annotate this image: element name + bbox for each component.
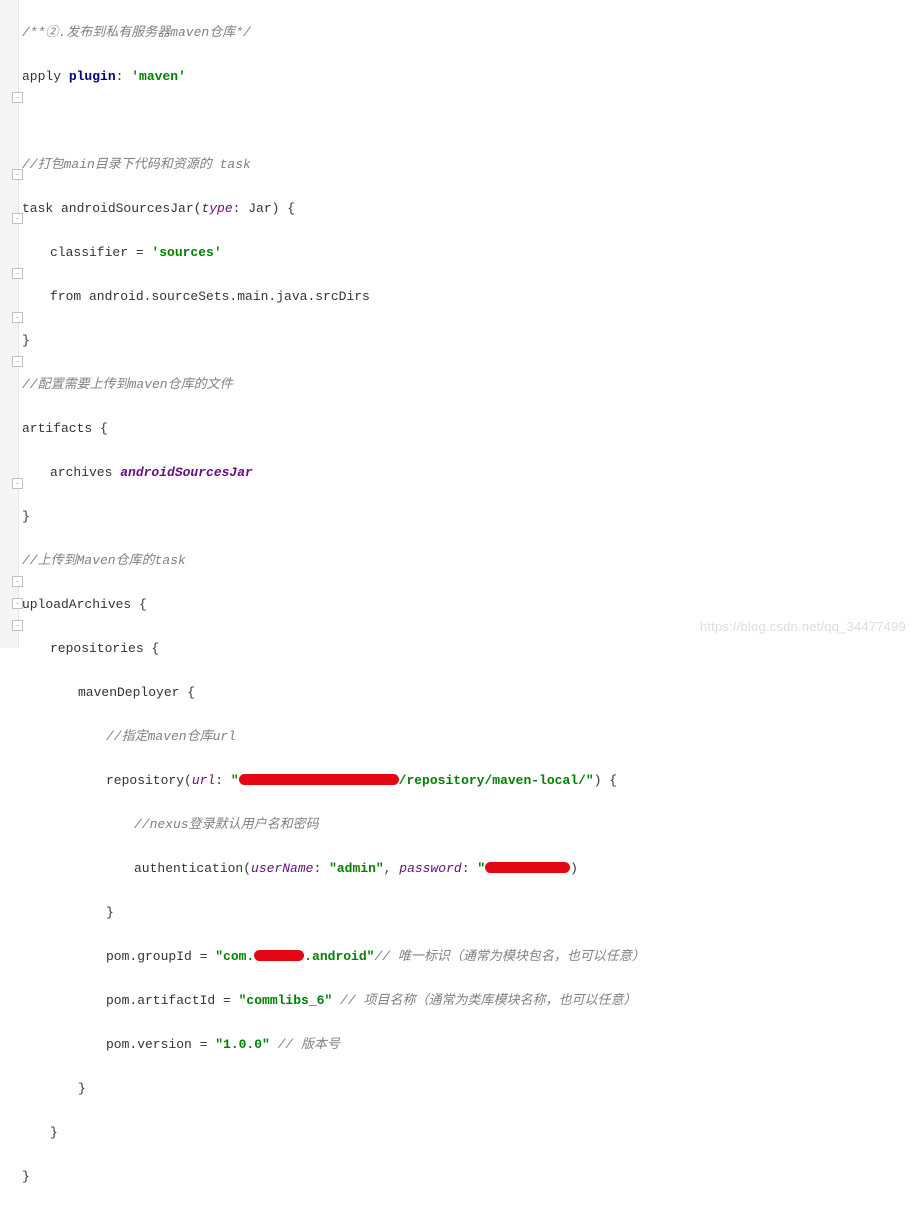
code-string: "admin" <box>329 861 384 876</box>
code-text: : <box>215 773 231 788</box>
code-string: 'maven' <box>131 69 186 84</box>
code-text: classifier = <box>50 245 151 260</box>
code-identifier: androidSourcesJar <box>120 465 253 480</box>
code-comment: //打包main目录下代码和资源的 task <box>22 157 251 172</box>
code-text: task androidSourcesJar( <box>22 201 201 216</box>
code-string: "commlibs_6" <box>239 993 333 1008</box>
code-editor[interactable]: /**②.发布到私有服务器maven仓库*/ apply plugin: 'ma… <box>22 0 914 1210</box>
code-text: : <box>313 861 329 876</box>
redacted-text <box>254 950 304 961</box>
code-string: 'sources' <box>151 245 221 260</box>
code-param: type <box>201 201 232 216</box>
watermark: https://blog.csdn.net/qq_34477499 <box>700 619 906 634</box>
code-text: } <box>106 905 114 920</box>
code-text: } <box>22 333 30 348</box>
code-param: userName <box>251 861 313 876</box>
code-text: authentication( <box>134 861 251 876</box>
code-text: artifacts { <box>22 421 108 436</box>
code-text: mavenDeployer { <box>78 685 195 700</box>
code-text: pom.artifactId = <box>106 993 239 1008</box>
code-comment: // 版本号 <box>270 1037 340 1052</box>
code-text: : <box>462 861 478 876</box>
code-text: } <box>22 509 30 524</box>
code-string: " <box>477 861 485 876</box>
code-text: } <box>50 1125 58 1140</box>
code-comment: //上传到Maven仓库的task <box>22 553 186 568</box>
code-text: pom.version = <box>106 1037 215 1052</box>
code-comment: // 项目名称（通常为类库模块名称，也可以任意） <box>332 993 636 1008</box>
code-text: uploadArchives { <box>22 597 147 612</box>
code-string: "1.0.0" <box>215 1037 270 1052</box>
code-text: ) <box>570 861 578 876</box>
code-text: apply <box>22 69 69 84</box>
code-text: archives <box>50 465 120 480</box>
code-text: , <box>384 861 400 876</box>
code-text: repository( <box>106 773 192 788</box>
code-text: pom.groupId = <box>106 949 215 964</box>
code-comment: // 唯一标识（通常为模块包名，也可以任意） <box>374 949 644 964</box>
code-comment: //指定maven仓库url <box>106 729 236 744</box>
gutter: - - - - - - - - - - <box>0 0 19 648</box>
code-string: "com. <box>215 949 254 964</box>
code-text: } <box>22 1169 30 1184</box>
code-string: /repository/maven-local/" <box>399 773 594 788</box>
code-comment: /**②.发布到私有服务器maven仓库*/ <box>22 25 251 40</box>
code-string: .android" <box>304 949 374 964</box>
code-comment: //配置需要上传到maven仓库的文件 <box>22 377 233 392</box>
code-param: password <box>399 861 461 876</box>
redacted-text <box>485 862 570 873</box>
code-text: repositories { <box>50 641 159 656</box>
code-text: : <box>116 69 132 84</box>
code-comment: //nexus登录默认用户名和密码 <box>134 817 319 832</box>
code-text: ) { <box>594 773 617 788</box>
code-text: : Jar) { <box>233 201 295 216</box>
code-keyword: plugin <box>69 69 116 84</box>
code-param: url <box>192 773 215 788</box>
code-text: } <box>78 1081 86 1096</box>
redacted-text <box>239 774 399 785</box>
code-string: " <box>231 773 239 788</box>
code-text: from android.sourceSets.main.java.srcDir… <box>50 289 370 304</box>
